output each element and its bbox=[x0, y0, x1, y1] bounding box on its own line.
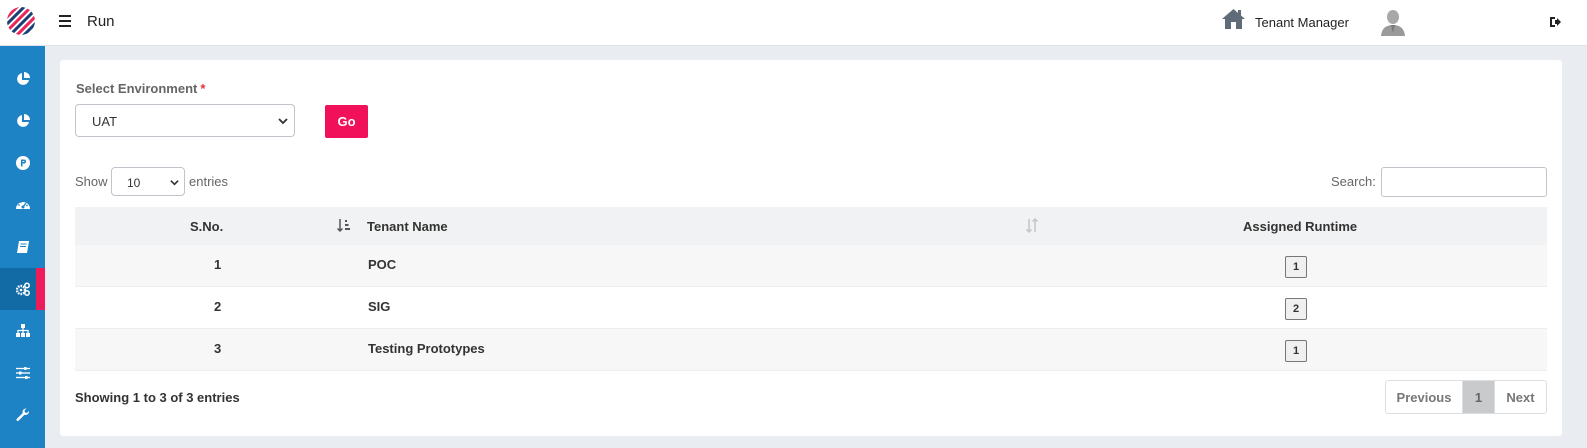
environment-select-value: UAT bbox=[92, 114, 118, 129]
show-label: Show bbox=[75, 174, 108, 189]
page-button-current[interactable]: 1 bbox=[1463, 381, 1495, 413]
environment-label: Select Environment * bbox=[76, 81, 206, 96]
sidebar-item-parking[interactable] bbox=[0, 142, 45, 184]
sidebar-item-tools[interactable] bbox=[0, 394, 45, 436]
page-length-select[interactable]: 10 bbox=[111, 167, 185, 196]
wrench-icon bbox=[15, 408, 29, 422]
table-info: Showing 1 to 3 of 3 entries bbox=[75, 390, 240, 405]
sidebar bbox=[0, 46, 45, 448]
top-bar: Run Tenant Manager bbox=[0, 0, 1587, 46]
sidebar-item-reports[interactable] bbox=[0, 100, 45, 142]
avatar[interactable] bbox=[1380, 9, 1406, 36]
logout-icon[interactable] bbox=[1549, 16, 1561, 28]
table-row: 1 POC 1 bbox=[75, 245, 1547, 287]
assigned-runtime-button[interactable]: 1 bbox=[1285, 340, 1307, 362]
sort-asc-icon[interactable] bbox=[337, 218, 351, 233]
book-icon bbox=[16, 241, 29, 253]
go-button[interactable]: Go bbox=[325, 105, 368, 138]
cell-sno: 2 bbox=[214, 299, 222, 314]
sidebar-item-docs[interactable] bbox=[0, 226, 45, 268]
table-header: S.No. Tenant Name Assigned Runtime bbox=[75, 207, 1547, 245]
cell-sno: 1 bbox=[214, 257, 222, 272]
sliders-icon bbox=[15, 367, 30, 379]
column-header-sno[interactable]: S.No. bbox=[190, 219, 223, 234]
entries-label: entries bbox=[189, 174, 229, 189]
assigned-runtime-button[interactable]: 1 bbox=[1285, 256, 1307, 278]
menu-toggle-icon[interactable] bbox=[59, 15, 72, 28]
assigned-runtime-button[interactable]: 2 bbox=[1285, 298, 1307, 320]
sidebar-item-monitor[interactable] bbox=[0, 184, 45, 226]
next-button[interactable]: Next bbox=[1495, 381, 1546, 413]
pie-chart-icon bbox=[16, 72, 30, 85]
dashboard-icon bbox=[15, 201, 30, 209]
previous-button[interactable]: Previous bbox=[1386, 381, 1463, 413]
table-row: 2 SIG 2 bbox=[75, 287, 1547, 329]
page-length-value: 10 bbox=[127, 176, 141, 190]
sidebar-item-run[interactable] bbox=[0, 268, 45, 310]
home-icon[interactable] bbox=[1221, 8, 1246, 30]
cell-tenant-name: POC bbox=[368, 257, 397, 272]
sort-icon[interactable] bbox=[1025, 218, 1039, 233]
parking-icon bbox=[15, 156, 30, 170]
environment-select[interactable]: UAT bbox=[75, 104, 295, 137]
pie-chart-icon bbox=[16, 114, 30, 127]
page-title: Run bbox=[87, 13, 115, 30]
cell-sno: 3 bbox=[214, 341, 222, 356]
search-input[interactable] bbox=[1381, 167, 1547, 197]
sidebar-item-hierarchy[interactable] bbox=[0, 310, 45, 352]
column-header-assigned-runtime[interactable]: Assigned Runtime bbox=[1243, 219, 1357, 234]
tenant-manager-label: Tenant Manager bbox=[1255, 15, 1349, 30]
cogs-icon bbox=[15, 282, 30, 296]
chevron-down-icon bbox=[170, 180, 179, 186]
chevron-down-icon bbox=[278, 118, 288, 125]
sidebar-item-settings[interactable] bbox=[0, 352, 45, 394]
table-row: 3 Testing Prototypes 1 bbox=[75, 329, 1547, 371]
cell-tenant-name: SIG bbox=[368, 299, 391, 314]
pagination: Previous 1 Next bbox=[1385, 380, 1547, 414]
logo-icon bbox=[7, 7, 35, 35]
search-label: Search: bbox=[1331, 174, 1376, 189]
sitemap-icon bbox=[15, 324, 30, 337]
sidebar-item-dashboard[interactable] bbox=[0, 58, 45, 100]
column-header-tenant-name[interactable]: Tenant Name bbox=[367, 219, 448, 234]
cell-tenant-name: Testing Prototypes bbox=[368, 341, 485, 356]
